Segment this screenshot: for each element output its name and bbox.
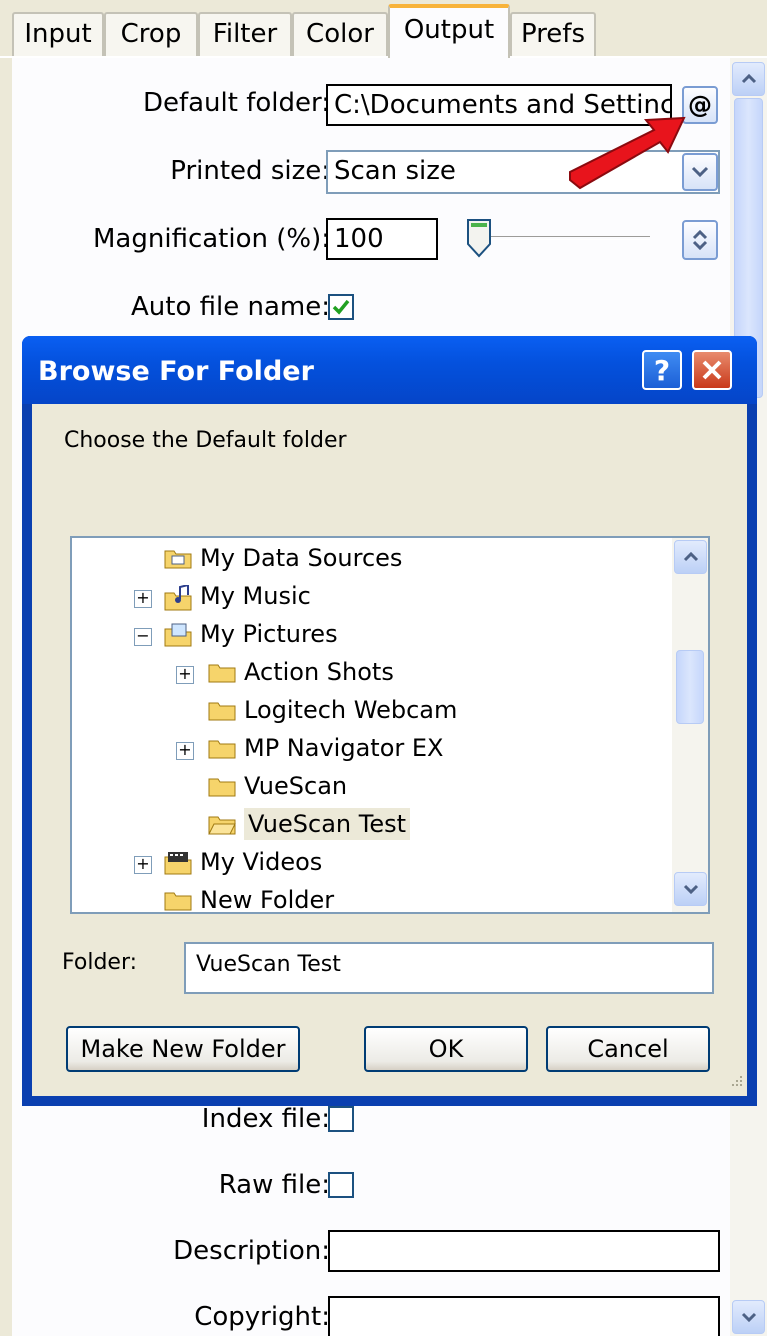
expand-my-music[interactable]: + — [134, 590, 152, 608]
scroll-up-button[interactable] — [732, 62, 765, 96]
printed-size-label: Printed size: — [170, 156, 330, 186]
chevron-up-icon — [683, 552, 698, 562]
dialog-body: Choose the Default folder My Data Source… — [32, 404, 747, 1096]
folder-name-field[interactable]: VueScan Test — [184, 942, 714, 994]
tree-item-label: MP Navigator EX — [244, 734, 444, 762]
tree-item-mp-navigator-ex[interactable]: MP Navigator EX — [208, 730, 443, 766]
resize-grip-icon[interactable] — [726, 1072, 744, 1090]
cancel-button[interactable]: Cancel — [546, 1026, 710, 1072]
raw-file-label: Raw file: — [218, 1170, 330, 1200]
chevron-up-icon — [741, 74, 756, 84]
make-new-folder-button[interactable]: Make New Folder — [66, 1026, 300, 1072]
default-folder-label: Default folder: — [142, 88, 330, 118]
tree-item-my-data-sources[interactable]: My Data Sources — [164, 540, 402, 576]
expand-mp-navigator-ex[interactable]: + — [176, 742, 194, 760]
folder-label: Folder: — [62, 950, 138, 975]
magnification-slider-thumb[interactable] — [466, 218, 492, 258]
chevron-down-icon — [741, 1312, 756, 1322]
magnification-field[interactable]: 100 — [326, 218, 438, 260]
tree-item-label: New Folder — [200, 886, 335, 914]
tree-item-label: My Pictures — [200, 620, 338, 648]
tree-item-label: Logitech Webcam — [244, 696, 458, 724]
dialog-title: Browse For Folder — [38, 356, 314, 387]
index-file-checkbox[interactable] — [328, 1106, 354, 1132]
videos-folder-icon — [164, 851, 192, 875]
help-button-label: ? — [653, 353, 671, 387]
folder-tree[interactable]: My Data Sources + My Music − My Pictures… — [70, 536, 710, 914]
cancel-label: Cancel — [587, 1035, 669, 1063]
checkmark-icon — [332, 299, 350, 315]
tree-item-my-pictures[interactable]: My Pictures — [164, 616, 338, 652]
red-arrow-annotation — [569, 116, 686, 190]
printed-size-value: Scan size — [334, 156, 456, 186]
collapse-my-pictures[interactable]: − — [134, 628, 152, 646]
expand-action-shots[interactable]: + — [176, 666, 194, 684]
folder-icon — [208, 661, 236, 683]
tree-item-vuescan[interactable]: VueScan — [208, 768, 347, 804]
tab-input[interactable]: Input — [12, 12, 104, 56]
tree-item-label: VueScan — [244, 772, 348, 800]
tree-item-my-videos[interactable]: My Videos — [164, 844, 322, 880]
tab-filter[interactable]: Filter — [198, 12, 292, 56]
tree-item-logitech-webcam[interactable]: Logitech Webcam — [208, 692, 457, 728]
open-folder-icon — [208, 813, 236, 835]
description-label: Description: — [173, 1236, 330, 1266]
browse-for-folder-dialog: Browse For Folder ? Choose the Default f… — [22, 336, 757, 1106]
tab-prefs[interactable]: Prefs — [510, 12, 596, 56]
dialog-instruction: Choose the Default folder — [64, 428, 347, 453]
close-icon — [702, 360, 722, 380]
make-new-folder-label: Make New Folder — [80, 1035, 286, 1063]
tree-item-label-selected: VueScan Test — [244, 808, 411, 840]
tab-color[interactable]: Color — [292, 12, 388, 56]
tree-item-label: My Music — [200, 582, 311, 610]
tree-item-action-shots[interactable]: Action Shots — [208, 654, 394, 690]
spin-up-icon — [692, 230, 708, 240]
magnification-label: Magnification (%): — [93, 224, 330, 254]
raw-file-checkbox[interactable] — [328, 1172, 354, 1198]
chevron-down-icon — [683, 884, 698, 894]
pictures-folder-icon — [164, 623, 192, 647]
copyright-label: Copyright: — [194, 1302, 330, 1332]
tab-crop[interactable]: Crop — [104, 12, 198, 56]
tree-item-my-music[interactable]: My Music — [164, 578, 311, 614]
close-button[interactable] — [692, 350, 732, 390]
browse-button-label: @ — [688, 91, 712, 119]
folder-icon — [208, 775, 236, 797]
description-field[interactable] — [328, 1230, 720, 1272]
folder-icon — [208, 737, 236, 759]
tree-item-new-folder[interactable]: New Folder — [164, 882, 335, 914]
data-sources-folder-icon — [164, 547, 192, 569]
ok-button[interactable]: OK — [364, 1026, 528, 1072]
vuescan-window: Input Crop Filter Color Output Prefs Def… — [0, 0, 767, 1336]
tree-item-label: My Videos — [200, 848, 323, 876]
folder-icon — [208, 699, 236, 721]
tree-scroll-thumb[interactable] — [676, 650, 704, 724]
help-button[interactable]: ? — [642, 350, 682, 390]
tree-item-label: My Data Sources — [200, 544, 403, 572]
chevron-down-icon — [691, 166, 709, 178]
music-folder-icon — [164, 583, 192, 611]
dialog-title-bar[interactable]: Browse For Folder ? — [22, 336, 757, 404]
scroll-down-button[interactable] — [732, 1300, 765, 1334]
spin-down-icon — [692, 240, 708, 250]
copyright-field[interactable] — [328, 1296, 720, 1336]
tree-item-vuescan-test[interactable]: VueScan Test — [208, 806, 411, 842]
ok-label: OK — [428, 1035, 464, 1063]
auto-file-name-label: Auto file name: — [131, 292, 330, 322]
tree-scroll-up-button[interactable] — [674, 540, 707, 574]
tab-bar: Input Crop Filter Color Output Prefs — [0, 0, 767, 58]
tree-scroll-down-button[interactable] — [674, 872, 707, 906]
tab-output[interactable]: Output — [388, 4, 510, 58]
tree-scrollbar[interactable] — [672, 538, 708, 912]
auto-file-name-checkbox[interactable] — [328, 294, 354, 320]
magnification-slider-track[interactable] — [474, 236, 650, 240]
index-file-label: Index file: — [201, 1104, 330, 1134]
folder-icon — [164, 889, 192, 911]
tree-item-label: Action Shots — [244, 658, 394, 686]
expand-my-videos[interactable]: + — [134, 856, 152, 874]
magnification-spinner[interactable] — [682, 220, 718, 260]
